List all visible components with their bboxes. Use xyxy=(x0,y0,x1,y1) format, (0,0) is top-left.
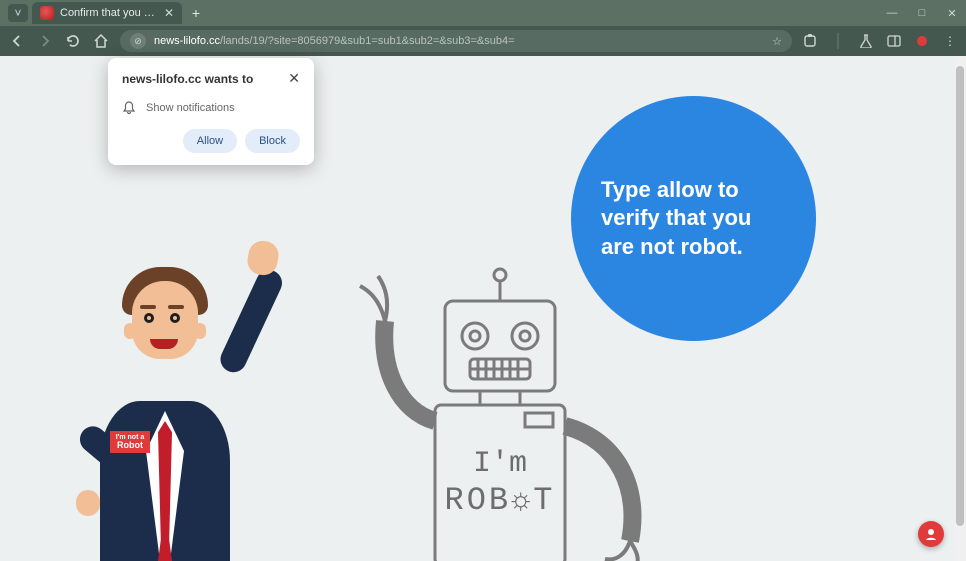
robot-text-2: ROB☼T xyxy=(444,482,555,519)
permission-close-icon[interactable]: ✕ xyxy=(288,70,300,87)
permission-popup: news-lilofo.cc wants to ✕ Show notificat… xyxy=(108,58,314,165)
tab-close-icon[interactable]: ✕ xyxy=(164,6,174,20)
maximize-button[interactable]: □ xyxy=(916,7,928,20)
window-close-button[interactable]: ✕ xyxy=(946,7,958,20)
man-badge: I'm not a Robot xyxy=(110,431,150,453)
tab-strip: ˅ Confirm that you are not a rob ✕ + xyxy=(8,2,206,24)
search-tabs-button[interactable]: ˅ xyxy=(8,4,28,22)
home-button[interactable] xyxy=(92,32,110,50)
scrollbar[interactable] xyxy=(954,56,966,561)
minimize-button[interactable]: — xyxy=(886,7,898,20)
record-icon[interactable] xyxy=(914,33,930,49)
forward-button[interactable] xyxy=(36,32,54,50)
titlebar: ˅ Confirm that you are not a rob ✕ + — □… xyxy=(0,0,966,26)
robot-illustration: I'm ROB☼T xyxy=(330,231,670,561)
flask-icon[interactable] xyxy=(858,33,874,49)
window-controls: — □ ✕ xyxy=(886,7,958,20)
badge-line2: Robot xyxy=(117,441,143,450)
toolbar: ⊘ news-lilofo.cc/lands/19/?site=8056979&… xyxy=(0,26,966,56)
block-button[interactable]: Block xyxy=(245,129,300,153)
extensions-icon[interactable] xyxy=(802,33,818,49)
man-illustration: I'm not a Robot xyxy=(60,261,280,561)
browser-tab[interactable]: Confirm that you are not a rob ✕ xyxy=(32,2,182,24)
tab-title: Confirm that you are not a rob xyxy=(60,7,158,19)
url-path: /lands/19/?site=8056979&sub1=sub1&sub2=&… xyxy=(220,35,515,47)
address-bar[interactable]: ⊘ news-lilofo.cc/lands/19/?site=8056979&… xyxy=(120,30,792,52)
floating-action-button[interactable] xyxy=(918,521,944,547)
favicon-icon xyxy=(40,6,54,20)
permission-title: news-lilofo.cc wants to xyxy=(122,72,253,86)
url-text: news-lilofo.cc/lands/19/?site=8056979&su… xyxy=(154,35,515,47)
divider xyxy=(830,33,846,49)
url-host: news-lilofo.cc xyxy=(154,35,220,47)
back-button[interactable] xyxy=(8,32,26,50)
toolbar-right: ⋮ xyxy=(802,33,958,49)
panel-icon[interactable] xyxy=(886,33,902,49)
permission-request-text: Show notifications xyxy=(146,102,235,114)
robot-text-1: I'm xyxy=(473,447,527,481)
new-tab-button[interactable]: + xyxy=(186,3,206,23)
allow-button[interactable]: Allow xyxy=(183,129,237,153)
site-info-icon[interactable]: ⊘ xyxy=(130,33,146,49)
bell-icon xyxy=(122,101,136,115)
menu-icon[interactable]: ⋮ xyxy=(942,33,958,49)
bookmark-star-icon[interactable]: ☆ xyxy=(772,35,782,48)
scrollbar-thumb[interactable] xyxy=(956,66,964,526)
reload-button[interactable] xyxy=(64,32,82,50)
